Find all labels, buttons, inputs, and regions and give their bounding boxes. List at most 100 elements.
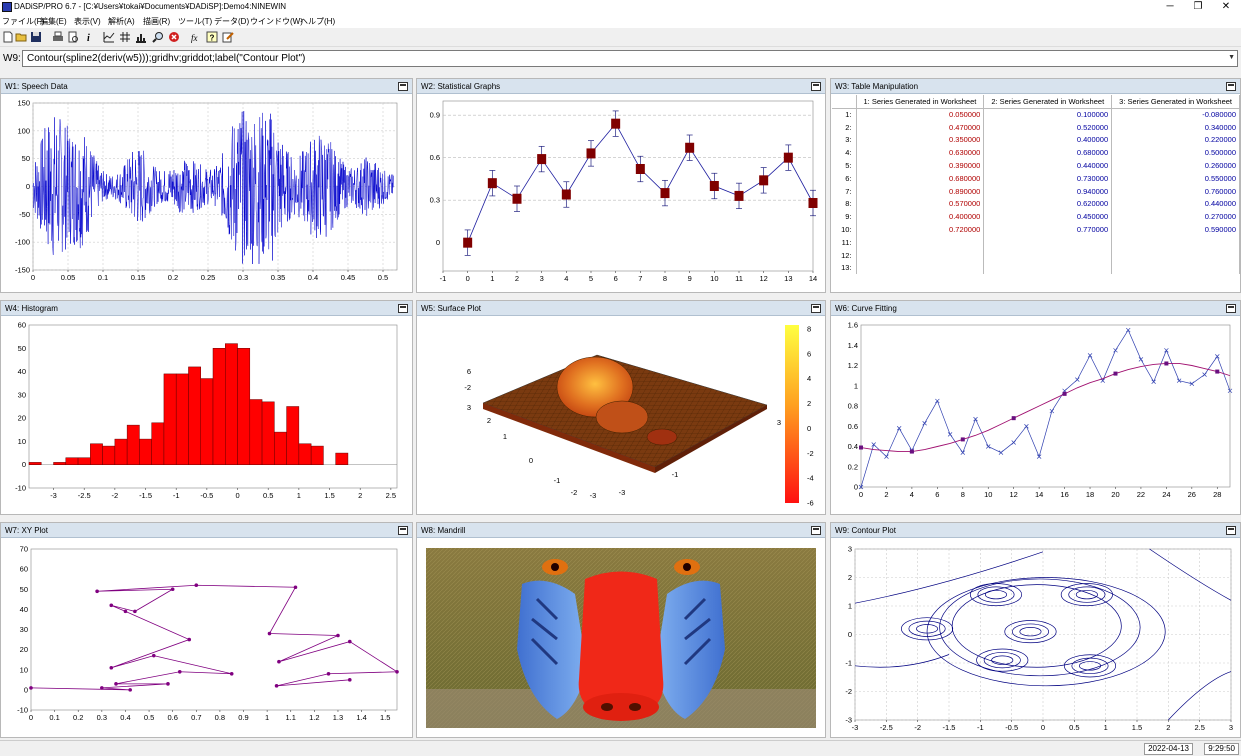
row-number[interactable]: 11: [832, 235, 857, 249]
chevron-down-icon[interactable]: ▼ [1228, 54, 1235, 61]
close-button[interactable]: ✕ [1213, 0, 1239, 14]
print-icon[interactable] [52, 31, 64, 43]
table-cell[interactable]: 0.680000 [856, 171, 985, 185]
row-number[interactable]: 6: [832, 171, 857, 185]
maximize-icon[interactable] [811, 304, 821, 313]
maximize-icon[interactable] [398, 304, 408, 313]
table-cell[interactable] [983, 248, 1113, 262]
minimize-button[interactable]: ─ [1157, 0, 1183, 14]
table-cell[interactable]: 0.890000 [856, 184, 985, 198]
column-header[interactable]: 2: Series Generated in Worksheet [983, 95, 1113, 109]
menu-window[interactable]: ウインドウ(W) [250, 16, 303, 27]
row-number[interactable]: 2: [832, 120, 857, 134]
table-cell[interactable]: 0.440000 [983, 159, 1113, 172]
window-w9[interactable]: W9: Contour Plot 3 2 1 0 -1 -2 -3 -3 -2.5 -2 -1.5-… [830, 522, 1241, 738]
edit-icon[interactable] [222, 31, 234, 43]
window-w8[interactable]: W8: Mandrill [416, 522, 826, 738]
row-number[interactable]: 4: [832, 146, 857, 160]
table-row[interactable]: 3: 0.350000 0.400000 0.220000 [832, 133, 1240, 147]
table-cell[interactable] [856, 235, 985, 249]
table-cell[interactable]: 0.350000 [856, 133, 985, 147]
table-row[interactable]: 1: 0.050000 0.100000 -0.080000 [832, 108, 1240, 121]
command-input[interactable]: Contour(spline2(deriv(w5)));gridhv;gridd… [22, 50, 1238, 67]
menu-view[interactable]: 表示(V) [74, 16, 101, 27]
menu-analysis[interactable]: 解析(A) [108, 16, 135, 27]
table-cell[interactable]: 0.450000 [983, 210, 1113, 224]
table-cell[interactable]: 0.440000 [1111, 197, 1240, 211]
row-number[interactable]: 8: [832, 197, 857, 211]
info-icon[interactable]: i [83, 31, 95, 43]
open-folder-icon[interactable] [15, 31, 27, 43]
row-number[interactable]: 5: [832, 159, 857, 172]
help-icon[interactable]: ? [206, 31, 218, 43]
new-file-icon[interactable] [2, 31, 14, 43]
window-w7[interactable]: W7: XY Plot 70 60 50 40 30 20 10 0 -10 0 0.1 0.2 0.3… [0, 522, 413, 738]
row-number[interactable]: 9: [832, 210, 857, 224]
table-cell[interactable] [1111, 261, 1240, 275]
table-cell[interactable]: 0.550000 [1111, 171, 1240, 185]
table-cell[interactable]: 0.500000 [1111, 146, 1240, 160]
data-table[interactable]: 1: Series Generated in Worksheet 2: Seri… [832, 95, 1240, 292]
table-row[interactable]: 9: 0.400000 0.450000 0.270000 [832, 210, 1240, 224]
table-cell[interactable]: 0.940000 [983, 184, 1113, 198]
table-cell[interactable]: 0.220000 [1111, 133, 1240, 147]
table-row[interactable]: 5: 0.390000 0.440000 0.260000 [832, 159, 1240, 172]
table-cell[interactable] [1111, 235, 1240, 249]
table-cell[interactable]: 0.270000 [1111, 210, 1240, 224]
window-w2[interactable]: W2: Statistical Graphs 0.9 0.6 0.3 0 -1 0 1 2 3 4… [416, 78, 826, 293]
table-cell[interactable]: 0.100000 [983, 108, 1113, 121]
hash-grid-icon[interactable] [119, 31, 131, 43]
zoom-icon[interactable] [152, 31, 164, 43]
table-cell[interactable]: 0.770000 [983, 223, 1113, 236]
table-cell[interactable]: 0.630000 [856, 146, 985, 160]
menu-draw[interactable]: 描画(R) [143, 16, 170, 27]
menu-data[interactable]: データ(D) [214, 16, 249, 27]
window-w4[interactable]: W4: Histogram 60 50 40 30 20 10 0 -10 -3 -2.5 -2 -1… [0, 300, 413, 515]
table-cell[interactable]: 0.400000 [983, 133, 1113, 147]
print-preview-icon[interactable] [67, 31, 79, 43]
window-w3[interactable]: W3: Table Manipulation 1: Series Generat… [830, 78, 1241, 293]
maximize-icon[interactable] [398, 82, 408, 91]
table-row[interactable]: 7: 0.890000 0.940000 0.760000 [832, 184, 1240, 198]
table-cell[interactable]: 0.470000 [856, 120, 985, 134]
maximize-icon[interactable] [398, 526, 408, 535]
grid-icon[interactable] [103, 31, 115, 43]
row-number[interactable]: 7: [832, 184, 857, 198]
table-cell[interactable] [983, 261, 1113, 275]
table-cell[interactable]: 0.570000 [856, 197, 985, 211]
row-number[interactable]: 13: [832, 261, 857, 275]
table-row[interactable]: 6: 0.680000 0.730000 0.550000 [832, 171, 1240, 185]
maximize-icon[interactable] [811, 82, 821, 91]
table-row[interactable]: 10: 0.720000 0.770000 0.590000 [832, 223, 1240, 236]
save-icon[interactable] [30, 31, 42, 43]
column-header[interactable]: 3: Series Generated in Worksheet [1111, 95, 1240, 109]
maximize-icon[interactable] [811, 526, 821, 535]
table-cell[interactable] [1111, 248, 1240, 262]
table-cell[interactable]: 0.680000 [983, 146, 1113, 160]
table-cell[interactable] [983, 235, 1113, 249]
table-cell[interactable]: -0.080000 [1111, 108, 1240, 121]
window-w5[interactable]: W5: Surface Plot 6 -2 3 2 1 0 -1 -2 -3 3 -1 -3 8 6 4 2 0… [416, 300, 826, 515]
menu-help[interactable]: ヘルプ(H) [300, 16, 335, 27]
menu-tools[interactable]: ツール(T) [178, 16, 212, 27]
stop-icon[interactable] [168, 31, 180, 43]
table-cell[interactable] [856, 261, 985, 275]
chart-icon[interactable] [135, 31, 147, 43]
maximize-icon[interactable] [1226, 304, 1236, 313]
row-number[interactable]: 1: [832, 108, 857, 121]
row-number[interactable]: 10: [832, 223, 857, 236]
table-cell[interactable]: 0.400000 [856, 210, 985, 224]
table-row[interactable]: 8: 0.570000 0.620000 0.440000 [832, 197, 1240, 211]
table-cell[interactable]: 0.620000 [983, 197, 1113, 211]
table-cell[interactable]: 0.730000 [983, 171, 1113, 185]
table-row[interactable]: 2: 0.470000 0.520000 0.340000 [832, 120, 1240, 134]
window-w6[interactable]: W6: Curve Fitting 1.6 1.4 1.2 1 0.8 0.6 0.4 0.2… [830, 300, 1241, 515]
row-number[interactable]: 12: [832, 248, 857, 262]
window-w1[interactable]: W1: Speech Data 150 100 50 0 -50 -100 -150 0 0.0… [0, 78, 413, 293]
table-cell[interactable]: 0.590000 [1111, 223, 1240, 236]
function-icon[interactable]: fx [190, 31, 202, 43]
column-header[interactable]: 1: Series Generated in Worksheet [856, 95, 985, 109]
maximize-icon[interactable] [1226, 82, 1236, 91]
maximize-icon[interactable] [1226, 526, 1236, 535]
table-cell[interactable]: 0.390000 [856, 159, 985, 172]
